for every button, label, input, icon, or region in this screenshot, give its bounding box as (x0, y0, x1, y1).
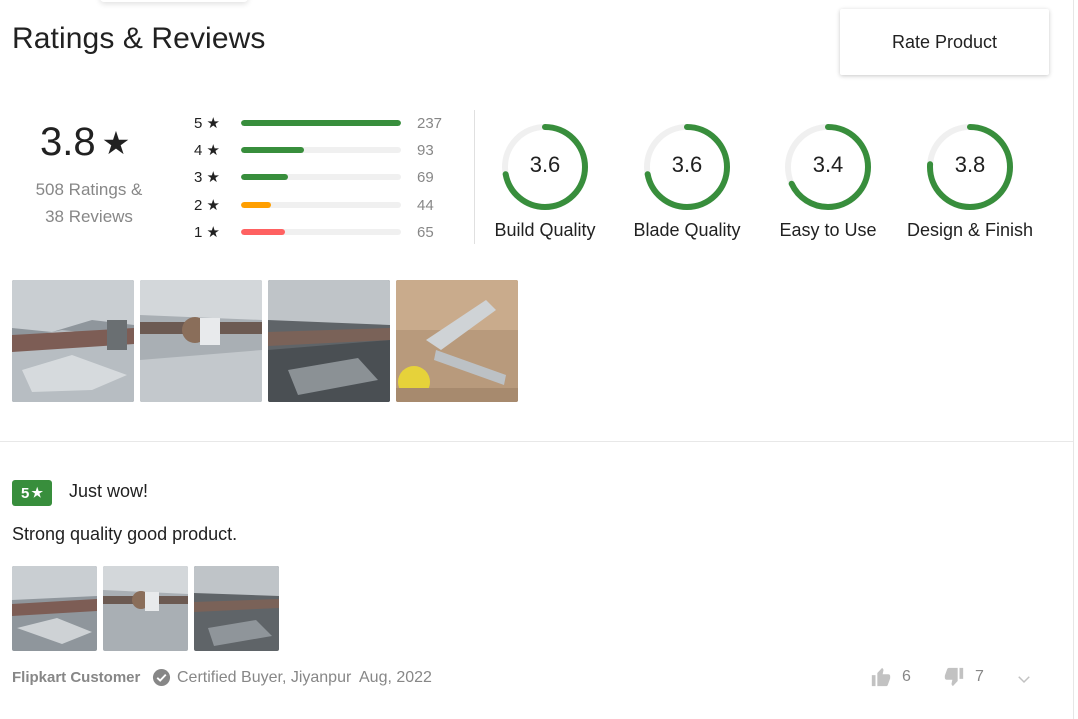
feature-design-finish: 3.8 Design & Finish (900, 122, 1040, 241)
review-photo[interactable] (103, 566, 188, 651)
histogram-track (241, 147, 401, 153)
like-count: 6 (902, 668, 911, 685)
check-circle-icon (152, 668, 171, 687)
histogram-count: 44 (417, 196, 434, 214)
feature-build-quality: 3.6 Build Quality (475, 122, 615, 241)
review-photo[interactable] (194, 566, 279, 651)
histogram-row-5: 5 ★ 237 (194, 113, 442, 133)
feature-score: 3.6 (671, 152, 703, 177)
histogram-row-4: 4 ★ 93 (194, 140, 434, 160)
histogram-bar (241, 120, 401, 126)
thumbs-up-icon (871, 667, 891, 687)
review-date: Aug, 2022 (359, 669, 432, 686)
review-photos (12, 566, 279, 651)
histogram-label: 2 ★ (194, 197, 220, 214)
histogram-bar (241, 174, 288, 180)
certified-buyer-info: Certified Buyer, Jiyanpur (177, 669, 352, 686)
customer-photo[interactable] (140, 280, 262, 402)
review-title: Just wow! (69, 481, 149, 501)
average-rating-value: 3.8 (40, 120, 96, 164)
dislike-button[interactable]: 7 (943, 666, 984, 688)
feature-score: 3.4 (812, 152, 844, 177)
customer-photo[interactable] (12, 280, 134, 402)
reviews-count: 38 Reviews (45, 207, 133, 226)
feature-label: Build Quality (494, 220, 596, 240)
histogram-label: 4 ★ (194, 142, 220, 159)
page-edge (1073, 0, 1074, 719)
histogram-track (241, 202, 401, 208)
histogram-track (241, 174, 401, 180)
histogram-label: 3 ★ (194, 169, 220, 186)
chevron-down-icon[interactable] (1015, 670, 1033, 688)
average-rating: 3.8 ★ (40, 120, 130, 165)
feature-label: Easy to Use (779, 220, 877, 240)
review-rating-value: 5 (21, 484, 30, 502)
histogram-count: 65 (417, 223, 434, 241)
histogram-track (241, 120, 401, 126)
customer-photo[interactable] (268, 280, 390, 402)
histogram-count: 237 (417, 114, 443, 132)
feature-label: Design & Finish (906, 220, 1034, 240)
histogram-track (241, 229, 401, 235)
feature-score: 3.6 (529, 152, 561, 177)
customer-photos (12, 280, 518, 402)
review-photo[interactable] (12, 566, 97, 651)
review-text: Strong quality good product. (12, 524, 238, 544)
histogram-row-2: 2 ★ 44 (194, 195, 434, 215)
top-tab-shadow (100, 0, 248, 2)
histogram-bar (241, 147, 304, 153)
histogram-row-3: 3 ★ 69 (194, 167, 434, 187)
customer-photo[interactable] (396, 280, 518, 402)
reviewer-name: Flipkart Customer (12, 669, 141, 686)
feature-score: 3.8 (954, 152, 986, 177)
ratings-count: 508 Ratings & (35, 180, 143, 199)
histogram-label: 1 ★ (194, 224, 220, 241)
dislike-count: 7 (975, 668, 984, 685)
feature-easy-to-use: 3.4 Easy to Use (758, 122, 898, 241)
histogram-bar (241, 202, 271, 208)
ratings-summary: 508 Ratings & 38 Reviews (12, 176, 166, 230)
review-rating-badge: 5 ★ (12, 480, 52, 506)
star-icon: ★ (101, 124, 131, 161)
histogram-bar (241, 229, 285, 235)
feature-label: Blade Quality (633, 220, 741, 240)
rate-product-button[interactable]: Rate Product (840, 9, 1049, 75)
histogram-label: 5 ★ (194, 115, 220, 132)
histogram-row-1: 1 ★ 65 (194, 222, 434, 242)
like-button[interactable]: 6 (870, 666, 911, 688)
histogram-count: 93 (417, 141, 434, 159)
star-icon: ★ (31, 485, 43, 500)
thumbs-down-icon (944, 667, 964, 687)
feature-blade-quality: 3.6 Blade Quality (617, 122, 757, 241)
section-divider (0, 441, 1073, 442)
section-title: Ratings & Reviews (12, 22, 266, 55)
histogram-count: 69 (417, 168, 434, 186)
